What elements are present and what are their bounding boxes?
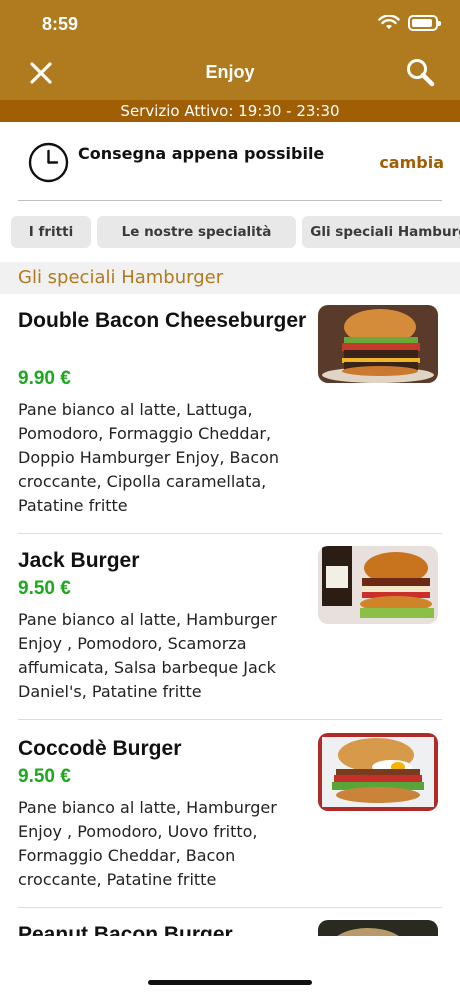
item-price: 9.50 € [18, 766, 71, 787]
item-price: 9.50 € [18, 578, 71, 599]
tab-specialita[interactable]: Le nostre specialità [97, 216, 296, 248]
page-title: Enjoy [205, 62, 255, 82]
item-description: Pane bianco al latte, Lattuga, Pomodoro,… [18, 400, 280, 515]
tab-speciali-hamburger[interactable]: Gli speciali Hamburger [302, 216, 460, 248]
status-time: 8:59 [42, 14, 79, 34]
status-icons [378, 15, 441, 31]
home-indicator [148, 980, 312, 985]
tab-fritti[interactable]: I fritti [11, 216, 91, 248]
burger-image [318, 305, 438, 383]
burger-image [318, 920, 438, 936]
service-hours-bar: Servizio Attivo: 19:30 - 23:30 [0, 100, 460, 122]
menu-item[interactable]: Peanut Bacon Burger [0, 908, 460, 936]
divider [18, 200, 442, 201]
item-name: Peanut Bacon Burger [18, 923, 233, 936]
menu-item[interactable]: Coccodè Burger 9.50 € Pane bianco al lat… [0, 720, 460, 908]
search-icon[interactable] [404, 57, 436, 89]
item-description: Pane bianco al latte, Hamburger Enjoy , … [18, 798, 277, 889]
item-name: Double Bacon Cheeseburger [18, 309, 307, 332]
category-tabs: I fritti Le nostre specialità Gli specia… [0, 214, 460, 250]
menu-item[interactable]: Jack Burger 9.50 € Pane bianco al latte,… [0, 534, 460, 720]
menu-item[interactable]: Double Bacon Cheeseburger 9.90 € Pane bi… [0, 296, 460, 534]
clock-icon [28, 142, 69, 183]
change-delivery-link[interactable]: cambia [379, 153, 444, 172]
item-price: 9.90 € [18, 368, 71, 389]
delivery-time-label: Consegna appena possibile [78, 144, 325, 163]
burger-image [318, 546, 438, 624]
burger-image [318, 733, 438, 811]
item-description: Pane bianco al latte, Hamburger Enjoy , … [18, 610, 277, 701]
app-header: 8:59 Enjoy [0, 0, 460, 100]
wifi-icon [378, 15, 400, 29]
menu-list: Double Bacon Cheeseburger 9.90 € Pane bi… [0, 296, 460, 936]
battery-icon [408, 15, 441, 31]
item-name: Jack Burger [18, 549, 140, 572]
section-title: Gli speciali Hamburger [0, 262, 460, 294]
item-name: Coccodè Burger [18, 737, 182, 760]
delivery-row: Consegna appena possibile cambia [0, 122, 460, 202]
